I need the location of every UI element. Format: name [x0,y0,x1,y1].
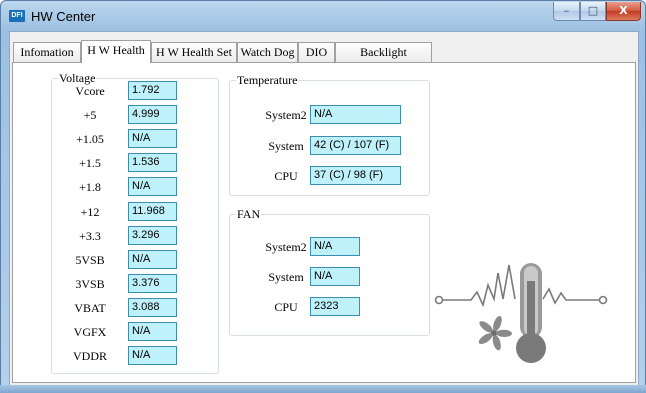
fan-group: FAN System2 N/A System N/A CPU 2323 [229,207,430,336]
temperature-label: System2 [265,108,307,122]
voltage-label: +1.05 [76,132,104,147]
illustration-svg [434,263,608,363]
fan-label: System2 [265,240,307,254]
close-button[interactable]: X [606,2,641,21]
voltage-value-field: 3.296 [128,225,177,245]
voltage-value-field: 1.536 [128,153,177,173]
client-area: Infomation H W Health H W Health Set Wat… [9,31,639,386]
window-title: HW Center [31,9,96,24]
voltage-group: Voltage Vcore 1.792 +5 4.999 +1.05 N/A +1.5 1.5… [51,71,219,374]
fan-value-field: N/A [310,237,360,256]
voltage-value-field: N/A [128,322,177,341]
hw-health-panel: Voltage Vcore 1.792 +5 4.999 +1.05 N/A +1.5 1.5… [12,62,636,383]
temperature-label: CPU [274,169,298,183]
temperature-value-field: 37 (C) / 98 (F) [310,166,401,185]
voltage-label: VGFX [73,325,107,339]
tab-hw-health[interactable]: H W Health [81,40,151,63]
voltage-label: 3VSB [75,276,105,291]
taskbar-edge [0,385,646,393]
minimize-button[interactable]: – [553,2,580,21]
tab-watch-dog[interactable]: Watch Dog [237,42,298,62]
voltage-value-field: 4.999 [128,105,177,125]
voltage-value-field: 1.792 [128,81,177,100]
temperature-value-field: 42 (C) / 107 (F) [310,135,401,155]
fan-value-field: N/A [310,267,360,286]
voltage-value-field: N/A [128,249,177,269]
voltage-value-field: N/A [128,129,177,149]
temperature-group: Temperature System2 N/A System 42 (C) / 107… [229,73,430,196]
voltage-value-field: 3.376 [128,273,177,293]
app-window: DFI HW Center – □ X Infomation H W Healt… [0,0,646,393]
voltage-label: +1.8 [79,180,101,195]
voltage-value-field: N/A [128,346,177,366]
tab-hw-health-set[interactable]: H W Health Set [151,42,237,62]
voltage-label: +5 [83,108,97,123]
voltage-label: VDDR [72,349,107,364]
temperature-group-title: Temperature [236,73,299,87]
voltage-label: +1.5 [79,156,101,171]
thermometer-icon [516,263,546,363]
app-logo-icon: DFI [9,10,25,22]
voltage-value-field: 3.088 [128,297,177,317]
maximize-button[interactable]: □ [580,2,606,21]
tab-backlight[interactable]: Backlight [335,42,432,62]
temperature-label: System [268,138,304,153]
voltage-label: Vcore [75,84,105,98]
voltage-label: VBAT [74,300,106,315]
voltage-label: 5VSB [75,252,105,267]
fan-label: System [268,270,304,284]
fan-label: CPU [274,300,298,314]
fan-icon [478,315,512,351]
voltage-label: +12 [80,204,100,219]
tab-dio[interactable]: DIO [298,42,335,62]
fan-group-title: FAN [236,207,262,221]
voltage-label: +3.3 [79,228,101,243]
voltage-value-field: N/A [128,177,177,197]
fan-value-field: 2323 [310,297,360,316]
tab-information[interactable]: Infomation [13,42,81,62]
title-bar[interactable]: DFI HW Center – □ X [1,1,645,31]
temperature-value-field: N/A [310,105,401,124]
hw-health-illustration [431,263,616,367]
voltage-value-field: 11.968 [128,201,177,221]
